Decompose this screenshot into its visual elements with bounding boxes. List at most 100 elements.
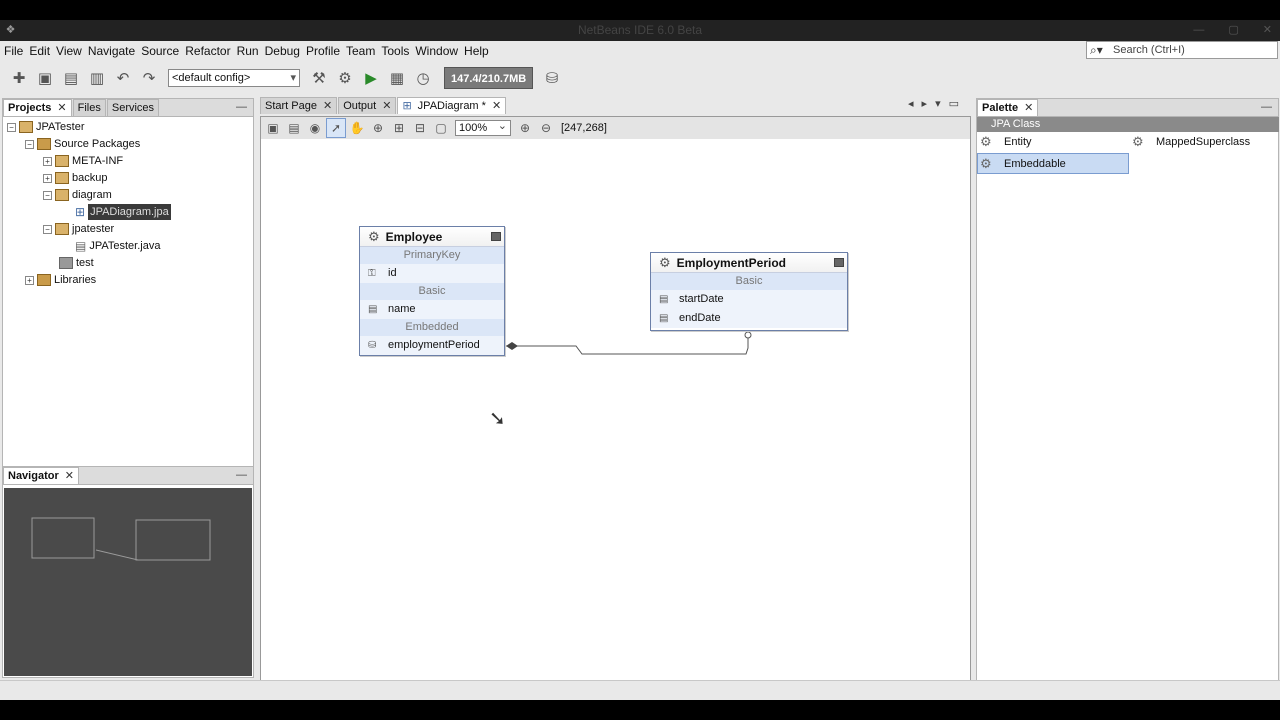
tree-node-root[interactable]: − JPATester <box>7 119 85 135</box>
undo-icon[interactable]: ↶ <box>112 67 134 89</box>
menu-window[interactable]: Window <box>414 44 463 58</box>
close-icon[interactable]: ✕ <box>57 100 66 116</box>
menu-navigate[interactable]: Navigate <box>87 44 140 58</box>
menu-help[interactable]: Help <box>463 44 494 58</box>
collapse-entity-icon[interactable] <box>491 232 501 241</box>
build-hammer-icon[interactable]: ⚒ <box>308 67 330 89</box>
tree-node-backup[interactable]: + backup <box>43 170 107 186</box>
menu-file[interactable]: File <box>3 44 28 58</box>
close-icon[interactable]: ✕ <box>382 98 391 114</box>
attribute-employment-period[interactable]: ⛁ employmentPeriod <box>360 336 504 355</box>
collapse-icon[interactable]: − <box>25 139 34 149</box>
tab-scroll-controls[interactable]: ◂▸▾▭ <box>908 97 967 110</box>
save-all-icon[interactable]: ▥ <box>86 67 108 89</box>
clean-build-icon[interactable]: ⚙ <box>334 67 356 89</box>
menu-source[interactable]: Source <box>140 44 184 58</box>
zoom-out-icon[interactable]: ⊖ <box>536 118 556 138</box>
collapse-icon[interactable]: − <box>43 224 52 234</box>
fit-diagram-icon[interactable]: ⊞ <box>389 118 409 138</box>
palette-item-entity[interactable]: ⚙ Entity <box>980 132 1032 152</box>
zoom-in-icon[interactable]: ⊕ <box>515 118 535 138</box>
actual-size-icon[interactable]: ▢ <box>431 118 451 138</box>
collapse-icon[interactable]: − <box>7 122 16 132</box>
entity-header[interactable]: ⚙ EmploymentPeriod <box>651 253 847 273</box>
expand-icon[interactable]: + <box>43 156 52 166</box>
attribute-id[interactable]: ⚿ id <box>360 264 504 283</box>
entity-employee[interactable]: ⚙ Employee PrimaryKey ⚿ id Basic ▤ name Em… <box>359 226 505 356</box>
open-project-icon[interactable]: ▤ <box>60 67 82 89</box>
zoom-select[interactable]: 100% <box>455 119 511 136</box>
minimize-panel-icon[interactable]: — <box>236 469 247 481</box>
close-icon[interactable]: ✕ <box>1024 100 1033 116</box>
menu-team[interactable]: Team <box>345 44 380 58</box>
run-icon[interactable]: ▶ <box>360 67 382 89</box>
attribute-label: endDate <box>679 312 721 324</box>
java-file-icon: ▤ <box>75 239 87 253</box>
tree-node-test[interactable]: test <box>59 255 94 271</box>
tab-navigator[interactable]: Navigator ✕ <box>3 467 79 484</box>
package-icon <box>55 172 69 184</box>
menu-debug[interactable]: Debug <box>264 44 305 58</box>
menu-view[interactable]: View <box>55 44 87 58</box>
palette-item-embeddable[interactable]: ⚙ Embeddable <box>977 153 1129 174</box>
tree-node-diagram[interactable]: − diagram <box>43 187 112 203</box>
collapse-entity-icon[interactable] <box>834 258 844 267</box>
menu-profile[interactable]: Profile <box>305 44 345 58</box>
menu-refactor[interactable]: Refactor <box>184 44 235 58</box>
tree-node-source-packages[interactable]: − Source Packages <box>25 136 140 152</box>
redo-icon[interactable]: ↷ <box>138 67 160 89</box>
tree-node-libraries[interactable]: + Libraries <box>25 272 96 288</box>
pin-icon[interactable]: ◉ <box>305 118 325 138</box>
attribute-name[interactable]: ▤ name <box>360 300 504 319</box>
embeddable-employment-period[interactable]: ⚙ EmploymentPeriod Basic ▤ startDate ▤ end… <box>650 252 848 331</box>
tree-node-diagram-file[interactable]: ⊞ JPADiagram.jpa <box>75 204 171 220</box>
close-icon[interactable]: ✕ <box>492 98 501 114</box>
debug-icon[interactable]: ▦ <box>386 67 408 89</box>
tab-projects[interactable]: Projects ✕ <box>3 99 72 116</box>
palette-item-mapped-superclass[interactable]: ⚙ MappedSuperclass <box>1132 132 1250 152</box>
close-icon[interactable]: ✕ <box>1263 20 1272 41</box>
search-input[interactable]: ⌕▾ Search (Ctrl+I) <box>1086 41 1278 59</box>
expand-icon[interactable]: + <box>43 173 52 183</box>
profile-icon[interactable]: ◷ <box>412 67 434 89</box>
tab-files[interactable]: Files <box>72 99 106 116</box>
maximize-icon[interactable]: ▢ <box>1228 20 1238 41</box>
attribute-start-date[interactable]: ▤ startDate <box>651 290 847 309</box>
title-bar: ❖ NetBeans IDE 6.0 Beta — ▢ ✕ <box>0 20 1280 41</box>
menu-tools[interactable]: Tools <box>380 44 414 58</box>
pan-hand-icon[interactable]: ✋ <box>347 118 367 138</box>
tab-palette[interactable]: Palette ✕ <box>977 99 1039 116</box>
menu-run[interactable]: Run <box>236 44 264 58</box>
navigator-overview-map[interactable] <box>4 488 252 676</box>
tree-node-meta-inf[interactable]: + META-INF <box>43 153 123 169</box>
tab-services[interactable]: Services <box>106 99 160 116</box>
memory-indicator[interactable]: 147.4/210.7MB <box>444 67 534 89</box>
config-select[interactable]: <default config> <box>168 69 300 87</box>
new-project-icon[interactable]: ▣ <box>34 67 56 89</box>
minimize-panel-icon[interactable]: — <box>236 101 247 113</box>
minimize-icon[interactable]: — <box>1193 20 1204 41</box>
fit-width-icon[interactable]: ⊟ <box>410 118 430 138</box>
basic-attribute-icon: ▤ <box>368 304 378 315</box>
tab-start-page[interactable]: Start Page ✕ <box>260 97 338 114</box>
tree-node-jpatester[interactable]: − jpatester <box>43 221 114 237</box>
entity-header[interactable]: ⚙ Employee <box>360 227 504 247</box>
minimize-panel-icon[interactable]: — <box>1261 101 1272 113</box>
close-icon[interactable]: ✕ <box>65 468 74 484</box>
expand-icon[interactable]: + <box>25 275 34 285</box>
attribute-end-date[interactable]: ▤ endDate <box>651 309 847 328</box>
select-pointer-icon[interactable]: ➚ <box>326 118 346 138</box>
tab-jpadiagram[interactable]: ⊞ JPADiagram * ✕ <box>397 97 507 114</box>
close-icon[interactable]: ✕ <box>323 98 332 114</box>
tab-output[interactable]: Output ✕ <box>338 97 397 114</box>
gc-icon[interactable]: ⛁ <box>541 67 563 89</box>
tree-label: Source Packages <box>54 138 141 150</box>
tree-node-jpatester-java[interactable]: ▤ JPATester.java <box>75 238 160 254</box>
new-file-icon[interactable]: ✚ <box>8 67 30 89</box>
print-icon[interactable]: ▤ <box>284 118 304 138</box>
zoom-interactive-icon[interactable]: ⊕ <box>368 118 388 138</box>
collapse-icon[interactable]: − <box>43 190 52 200</box>
menu-edit[interactable]: Edit <box>28 44 55 58</box>
palette-category-jpa-class[interactable]: JPA Class <box>977 117 1279 132</box>
save-icon[interactable]: ▣ <box>263 118 283 138</box>
